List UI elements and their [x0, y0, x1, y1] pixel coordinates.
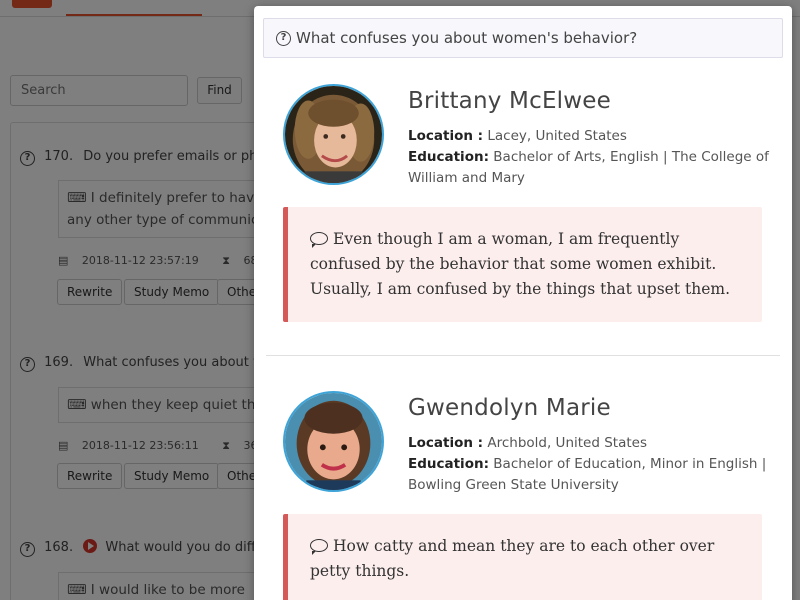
avatar — [283, 84, 384, 185]
avatar-photo — [285, 393, 382, 490]
avatar-photo — [285, 86, 382, 183]
modal-question-text: What confuses you about women's behavior… — [296, 29, 638, 47]
response-divider — [266, 355, 780, 356]
responder-location: Lacey, United States — [487, 128, 627, 144]
speech-bubble-icon — [310, 232, 328, 248]
responder-details: Location : Archbold, United States Educa… — [408, 435, 767, 493]
question-icon: ? — [276, 30, 291, 46]
responder-name: Brittany McElwee — [408, 88, 611, 114]
avatar — [283, 391, 384, 492]
speech-bubble-icon — [310, 539, 328, 555]
responder-name: Gwendolyn Marie — [408, 395, 611, 421]
modal-question-header: ? What confuses you about women's behavi… — [263, 18, 783, 58]
responses-modal: ? What confuses you about women's behavi… — [254, 6, 792, 600]
response-quote: How catty and mean they are to each othe… — [283, 514, 762, 600]
responder-location: Archbold, United States — [487, 435, 647, 451]
responder-details: Location : Lacey, United States Educatio… — [408, 128, 769, 186]
response-quote: Even though I am a woman, I am frequentl… — [283, 207, 762, 322]
